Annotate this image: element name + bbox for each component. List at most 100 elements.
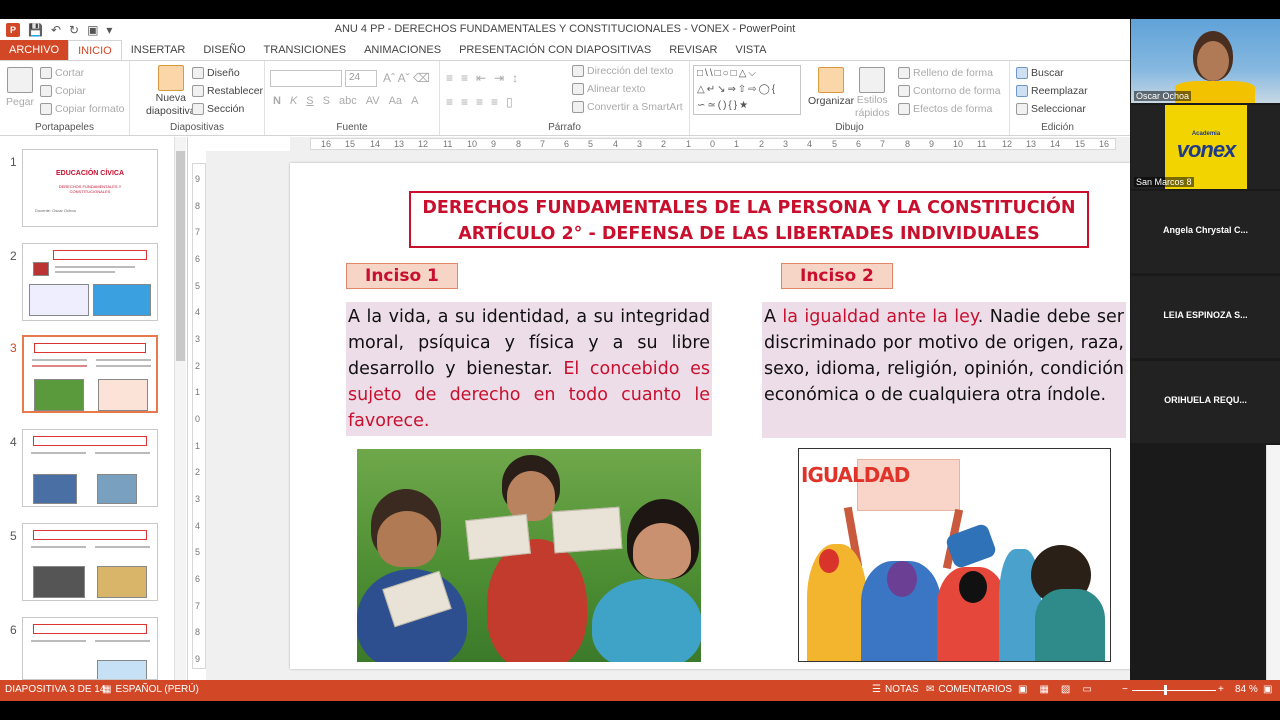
- section-button[interactable]: Sección: [192, 103, 244, 115]
- layout-button[interactable]: Diseño: [192, 67, 240, 79]
- reset-icon: [192, 85, 204, 97]
- arrange-icon: [818, 67, 845, 93]
- paste-button[interactable]: Pegar: [6, 67, 34, 108]
- children-id-cards-photo[interactable]: [357, 449, 701, 662]
- customize-qat-icon[interactable]: ▾: [106, 23, 112, 37]
- inciso-2-text[interactable]: A la igualdad ante la ley. Nadie debe se…: [762, 302, 1126, 438]
- comments-button[interactable]: ✉ COMENTARIOS: [926, 684, 1012, 695]
- tab-inicio[interactable]: INICIO: [68, 40, 122, 60]
- find-button[interactable]: Buscar: [1016, 67, 1064, 79]
- tab-animaciones[interactable]: ANIMACIONES: [355, 40, 450, 60]
- reading-view-icon[interactable]: ▧: [1061, 684, 1070, 695]
- bullets-icon[interactable]: ≡: [446, 71, 453, 85]
- shadow-icon[interactable]: S: [323, 95, 330, 107]
- zoom-slider-knob[interactable]: [1164, 685, 1167, 695]
- tab-revisar[interactable]: REVISAR: [660, 40, 726, 60]
- redo-icon[interactable]: ↻: [69, 23, 79, 37]
- thumbnail-slide-2[interactable]: 2: [0, 243, 172, 323]
- smartart-button[interactable]: Convertir a SmartArt: [572, 101, 683, 113]
- fit-slide-icon[interactable]: ▣: [1263, 684, 1272, 695]
- inciso-2-label[interactable]: Inciso 2: [781, 263, 893, 289]
- ruler-tick: 8: [905, 139, 911, 149]
- thumbnail-subtitle: DERECHOS FUNDAMENTALES Y CONSTITUCIONALE…: [58, 184, 122, 194]
- undo-icon[interactable]: ↶: [51, 23, 61, 37]
- bold-icon[interactable]: N: [273, 95, 281, 107]
- slide-sorter-icon[interactable]: ▦: [1039, 684, 1048, 695]
- scrollbar-thumb[interactable]: [176, 151, 185, 361]
- inciso-1-label[interactable]: Inciso 1: [346, 263, 458, 289]
- participant-tile-4[interactable]: LEIA ESPINOZA S...: [1131, 276, 1280, 358]
- replace-button[interactable]: Reemplazar: [1016, 85, 1088, 97]
- font-style-buttons[interactable]: N K S Sabc AV Aa A: [273, 95, 418, 107]
- thumbnail-slide-3[interactable]: 3: [0, 335, 172, 415]
- cut-button[interactable]: Cortar: [40, 67, 84, 79]
- font-size-combo[interactable]: 24: [345, 70, 377, 87]
- shape-fill-button[interactable]: Relleno de forma: [898, 67, 993, 79]
- numbering-icon[interactable]: ≡: [461, 71, 468, 85]
- participant-tile-3[interactable]: Angela Chrystal C...: [1131, 191, 1280, 273]
- thumbnail-slide-5[interactable]: 5: [0, 523, 172, 603]
- align-center-icon[interactable]: ≡: [461, 95, 468, 109]
- fill-icon: [898, 67, 910, 79]
- slide-title-box[interactable]: DERECHOS FUNDAMENTALES DE LA PERSONA Y L…: [409, 191, 1089, 248]
- view-buttons[interactable]: ▣ ▦ ▧ ▭: [1018, 684, 1092, 695]
- notes-button[interactable]: ☰ NOTAS: [872, 684, 919, 695]
- participant-tile-1[interactable]: Oscar Ochoa: [1131, 19, 1280, 103]
- spacing-icon[interactable]: AV: [366, 95, 380, 107]
- normal-view-icon[interactable]: ▣: [1018, 684, 1027, 695]
- decrease-indent-icon[interactable]: ⇤: [476, 71, 486, 85]
- igualdad-illustration[interactable]: IGUALDAD: [798, 448, 1111, 662]
- align-left-icon[interactable]: ≡: [446, 95, 453, 109]
- shape-outline-button[interactable]: Contorno de forma: [898, 85, 1001, 97]
- ruler-tick: 5: [832, 139, 838, 149]
- line-spacing-icon[interactable]: ↕: [512, 71, 518, 85]
- reset-button[interactable]: Restablecer: [192, 85, 263, 97]
- font-name-combo[interactable]: [270, 70, 342, 87]
- list-buttons[interactable]: ≡ ≡ ⇤ ⇥ ↕: [446, 71, 518, 85]
- ruler-tick: 5: [195, 281, 201, 291]
- zoom-out-icon[interactable]: −: [1122, 684, 1128, 695]
- slide-scrollbar[interactable]: [1266, 445, 1280, 680]
- thumbnails-scrollbar[interactable]: [174, 137, 186, 680]
- save-icon[interactable]: 💾: [28, 23, 43, 37]
- italic-icon[interactable]: K: [290, 95, 297, 107]
- text-direction-button[interactable]: Dirección del texto: [572, 65, 673, 77]
- select-button[interactable]: Seleccionar: [1016, 103, 1086, 115]
- columns-icon[interactable]: ▯: [506, 95, 513, 109]
- align-text-button[interactable]: Alinear texto: [572, 83, 645, 95]
- thumbnail-slide-1[interactable]: 1 EDUCACIÓN CÍVICA DERECHOS FUNDAMENTALE…: [0, 149, 172, 229]
- tab-vista[interactable]: VISTA: [727, 40, 776, 60]
- language-indicator[interactable]: ▦ ESPAÑOL (PERÚ): [102, 684, 199, 695]
- participant-tile-5[interactable]: ORIHUELA REQU...: [1131, 361, 1280, 443]
- tab-archivo[interactable]: ARCHIVO: [0, 40, 69, 60]
- slide-3[interactable]: DERECHOS FUNDAMENTALES DE LA PERSONA Y L…: [290, 163, 1188, 669]
- zoom-in-icon[interactable]: +: [1218, 684, 1224, 695]
- slideshow-view-icon[interactable]: ▭: [1082, 684, 1091, 695]
- font-grow-shrink[interactable]: Aˆ Aˇ ⌫: [383, 71, 430, 85]
- zoom-level[interactable]: 84 %: [1235, 684, 1258, 695]
- font-color-icon[interactable]: A: [411, 95, 418, 107]
- shape-effects-button[interactable]: Efectos de forma: [898, 103, 992, 115]
- underline-icon[interactable]: S: [306, 95, 313, 107]
- strike-icon[interactable]: abc: [339, 95, 357, 107]
- zoom-slider[interactable]: [1132, 690, 1216, 691]
- arrange-button[interactable]: Organizar: [808, 67, 854, 107]
- case-icon[interactable]: Aa: [389, 95, 402, 107]
- inciso-1-text[interactable]: A la vida, a su identidad, a su integrid…: [346, 302, 712, 436]
- tab-diseno[interactable]: DISEÑO: [194, 40, 254, 60]
- thumbnail-slide-4[interactable]: 4: [0, 429, 172, 509]
- justify-icon[interactable]: ≡: [491, 95, 498, 109]
- align-right-icon[interactable]: ≡: [476, 95, 483, 109]
- tab-insertar[interactable]: INSERTAR: [122, 40, 195, 60]
- tab-transiciones[interactable]: TRANSICIONES: [255, 40, 356, 60]
- start-slideshow-icon[interactable]: ▣: [87, 23, 98, 37]
- increase-indent-icon[interactable]: ⇥: [494, 71, 504, 85]
- copy-button[interactable]: Copiar: [40, 85, 86, 97]
- format-painter-button[interactable]: Copiar formato: [40, 103, 124, 115]
- new-slide-button[interactable]: Nueva diapositiva: [146, 65, 196, 117]
- quick-styles-button[interactable]: Estilos rápidos: [855, 67, 889, 119]
- tab-presentacion[interactable]: PRESENTACIÓN CON DIAPOSITIVAS: [450, 40, 660, 60]
- shapes-gallery[interactable]: □\\□○□△⌵ △↵↘⇒⇧⇨◯{ ∽≃(){}★: [693, 65, 801, 115]
- participant-tile-2[interactable]: Academia vonex San Marcos 8: [1131, 105, 1280, 189]
- align-buttons[interactable]: ≡ ≡ ≡ ≡ ▯: [446, 95, 513, 109]
